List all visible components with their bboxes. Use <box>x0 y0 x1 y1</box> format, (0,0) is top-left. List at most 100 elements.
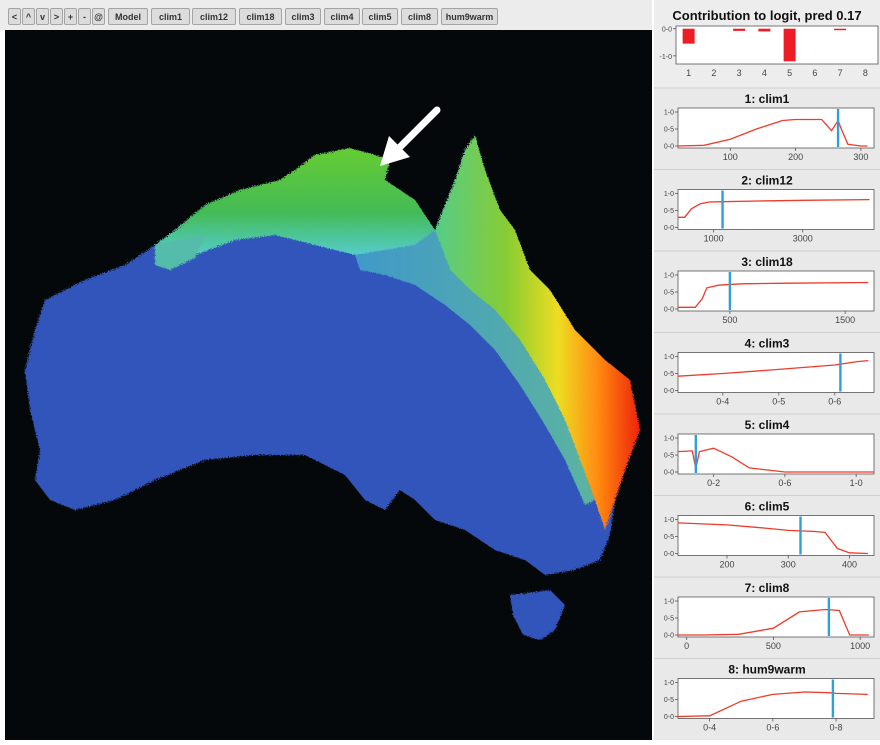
toolbar: < ^ v > + - @ Model clim1 clim12 clim18 clim3 clim4 c… <box>0 0 652 30</box>
toolbar-button-16[interactable]: hum9warm <box>441 8 498 25</box>
panel-4-ytick-2: 0-5 <box>664 371 674 378</box>
panel-8-ytick-2: 0-5 <box>664 697 674 704</box>
panel-6-ytick-2: 0-5 <box>664 534 674 541</box>
panel-8-ytick-3: 0-0 <box>664 714 674 721</box>
panel-8-ytick-1: 1-0 <box>664 680 674 687</box>
contribution-ytick-1: 0-0 <box>662 27 672 34</box>
panel-title-5: 5: clim4 <box>745 418 790 432</box>
panel-5-xtick-2: 0-6 <box>778 478 791 488</box>
toolbar-button-11[interactable]: clim18 <box>239 8 282 25</box>
contribution-xtick-7: 7 <box>838 68 843 78</box>
panel-3-xtick-2: 1500 <box>835 315 855 325</box>
panel-6-ytick-1: 1-0 <box>664 517 674 524</box>
panel-7-xtick-1: 0 <box>684 641 689 651</box>
toolbar-button-14[interactable]: clim5 <box>362 8 398 25</box>
contribution-bar-4 <box>758 28 771 32</box>
panel-3-ytick-3: 0-0 <box>664 307 674 314</box>
panel-4-ytick-1: 1-0 <box>664 354 674 361</box>
panel-title-7: 7: clim8 <box>745 581 790 595</box>
partial-dependence-panels: Contribution to logit, pred 0.17 1 2 3 4 5 6 7 8… <box>654 0 880 733</box>
panel-title-4: 4: clim3 <box>745 337 790 351</box>
panel-7-ytick-2: 0-5 <box>664 616 674 623</box>
toolbar-button-15[interactable]: clim8 <box>401 8 438 25</box>
panel-2-xtick-2: 3000 <box>793 234 813 244</box>
toolbar-button-12[interactable]: clim3 <box>285 8 321 25</box>
response-curve-panel-2: 2: clim12 1-0 0-5 0-0 1000 3000 <box>654 169 880 244</box>
toolbar-button-1[interactable]: < <box>8 8 21 25</box>
response-curve-panel-1: 1: clim1 1-0 0-5 0-0 100 200 300 <box>654 87 880 162</box>
panel-5-ytick-2: 0-5 <box>664 453 674 460</box>
panel-5-xtick-3: 1-0 <box>850 478 863 488</box>
panel-1-xtick-1: 100 <box>723 152 738 162</box>
panel-8-xtick-1: 0-4 <box>703 723 716 733</box>
panel-4-xtick-1: 0-4 <box>716 397 729 407</box>
panel-5-ytick-1: 1-0 <box>664 436 674 443</box>
panel-1-ytick-3: 0-0 <box>664 144 674 151</box>
contribution-xtick-8: 8 <box>863 68 868 78</box>
panel-7-xtick-2: 500 <box>766 641 781 651</box>
toolbar-button-13[interactable]: clim4 <box>324 8 360 25</box>
toolbar-button-7[interactable]: @ <box>92 8 105 25</box>
panel-2-ytick-1: 1-0 <box>664 191 674 198</box>
contribution-bar-5 <box>783 28 796 62</box>
panel-4-ytick-3: 0-0 <box>664 388 674 395</box>
toolbar-button-8[interactable]: Model <box>108 8 148 25</box>
panel-5-xtick-1: 0-2 <box>707 478 720 488</box>
panel-8-xtick-3: 0-8 <box>830 723 843 733</box>
panel-title-8: 8: hum9warm <box>728 663 805 677</box>
contribution-xtick-6: 6 <box>812 68 817 78</box>
contribution-xtick-5: 5 <box>787 68 792 78</box>
panel-6-ytick-3: 0-0 <box>664 551 674 558</box>
panel-8-xtick-2: 0-6 <box>766 723 779 733</box>
panel-7-ytick-1: 1-0 <box>664 599 674 606</box>
australia-map <box>25 106 640 640</box>
panel-title-3: 3: clim18 <box>741 255 793 269</box>
panel-1-xtick-2: 200 <box>788 152 803 162</box>
panel-3-xtick-1: 500 <box>722 315 737 325</box>
response-curve-panel-8: 8: hum9warm 1-0 0-5 0-0 0-4 0-6 0-8 <box>654 658 880 733</box>
panel-title-1: 1: clim1 <box>745 92 790 106</box>
contribution-bar-3 <box>733 28 746 31</box>
toolbar-button-3[interactable]: v <box>36 8 49 25</box>
response-curve-panel-5: 5: clim4 1-0 0-5 0-0 0-2 0-6 1-0 <box>654 413 880 488</box>
tasmania-shape <box>510 590 565 640</box>
panel-6-xtick-2: 300 <box>781 560 796 570</box>
toolbar-button-9[interactable]: clim1 <box>151 8 190 25</box>
panel-4-xtick-2: 0-5 <box>772 397 785 407</box>
panel-6-xtick-3: 400 <box>842 560 857 570</box>
toolbar-button-2[interactable]: ^ <box>22 8 35 25</box>
panel-5-ytick-3: 0-0 <box>664 470 674 477</box>
response-curve-panel-7: 7: clim8 1-0 0-5 0-0 0 500 1000 <box>654 576 880 651</box>
contribution-ytick-2: -1-0 <box>660 54 673 61</box>
contribution-xtick-1: 1 <box>686 68 691 78</box>
contribution-xtick-2: 2 <box>711 68 716 78</box>
toolbar-button-5[interactable]: + <box>64 8 77 25</box>
contribution-chart: Contribution to logit, pred 0.17 1 2 3 4 5 6 7 8… <box>654 0 880 88</box>
panel-2-ytick-3: 0-0 <box>664 225 674 232</box>
panel-3-ytick-2: 0-5 <box>664 290 674 297</box>
toolbar-button-4[interactable]: > <box>50 8 63 25</box>
panel-1-xtick-3: 300 <box>853 152 868 162</box>
annotation-arrow <box>380 106 441 166</box>
panel-7-ytick-3: 0-0 <box>664 633 674 640</box>
panel-2-xtick-1: 1000 <box>704 234 724 244</box>
response-curve-panel-4: 4: clim3 1-0 0-5 0-0 0-4 0-5 0-6 <box>654 332 880 407</box>
side-panel: Contribution to logit, pred 0.17 1 2 3 4 5 6 7 8… <box>654 0 880 740</box>
toolbar-button-6[interactable]: - <box>78 8 91 25</box>
contribution-xtick-4: 4 <box>762 68 767 78</box>
map-view[interactable] <box>5 30 652 740</box>
contribution-xtick-3: 3 <box>737 68 742 78</box>
toolbar-button-10[interactable]: clim12 <box>192 8 236 25</box>
panel-3-ytick-1: 1-0 <box>664 273 674 280</box>
contribution-title: Contribution to logit, pred 0.17 <box>672 8 861 23</box>
response-curve-panel-3: 3: clim18 1-0 0-5 0-0 500 1500 <box>654 250 880 325</box>
panel-2-ytick-2: 0-5 <box>664 208 674 215</box>
panel-6-xtick-1: 200 <box>719 560 734 570</box>
response-curve-panel-6: 6: clim5 1-0 0-5 0-0 200 300 400 <box>654 495 880 570</box>
panel-7-xtick-3: 1000 <box>850 641 870 651</box>
panel-title-6: 6: clim5 <box>745 500 790 514</box>
panel-title-2: 2: clim12 <box>741 174 793 188</box>
contribution-bar-1 <box>682 28 695 44</box>
panel-4-xtick-3: 0-6 <box>828 397 841 407</box>
panel-1-ytick-1: 1-0 <box>664 110 674 117</box>
